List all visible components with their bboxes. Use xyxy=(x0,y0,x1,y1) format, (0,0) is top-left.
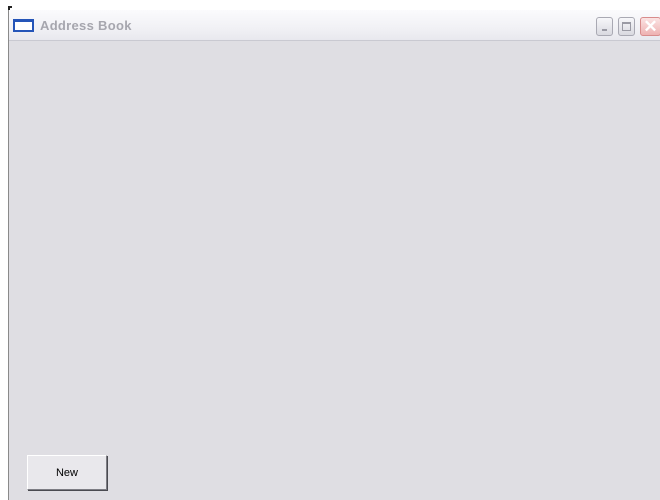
client-area: New xyxy=(9,41,660,500)
minimize-button[interactable] xyxy=(596,17,613,36)
maximize-button[interactable] xyxy=(618,17,635,36)
new-button[interactable]: New xyxy=(27,455,107,490)
close-button[interactable]: ✕ xyxy=(640,17,660,36)
minimize-icon xyxy=(602,29,607,31)
close-icon: ✕ xyxy=(643,17,658,36)
title-bar[interactable]: Address Book ✕ xyxy=(9,10,660,41)
window-title: Address Book xyxy=(40,18,132,33)
address-book-window: Address Book ✕ New xyxy=(8,10,660,500)
maximize-icon xyxy=(622,22,631,31)
window-app-icon xyxy=(13,19,34,32)
